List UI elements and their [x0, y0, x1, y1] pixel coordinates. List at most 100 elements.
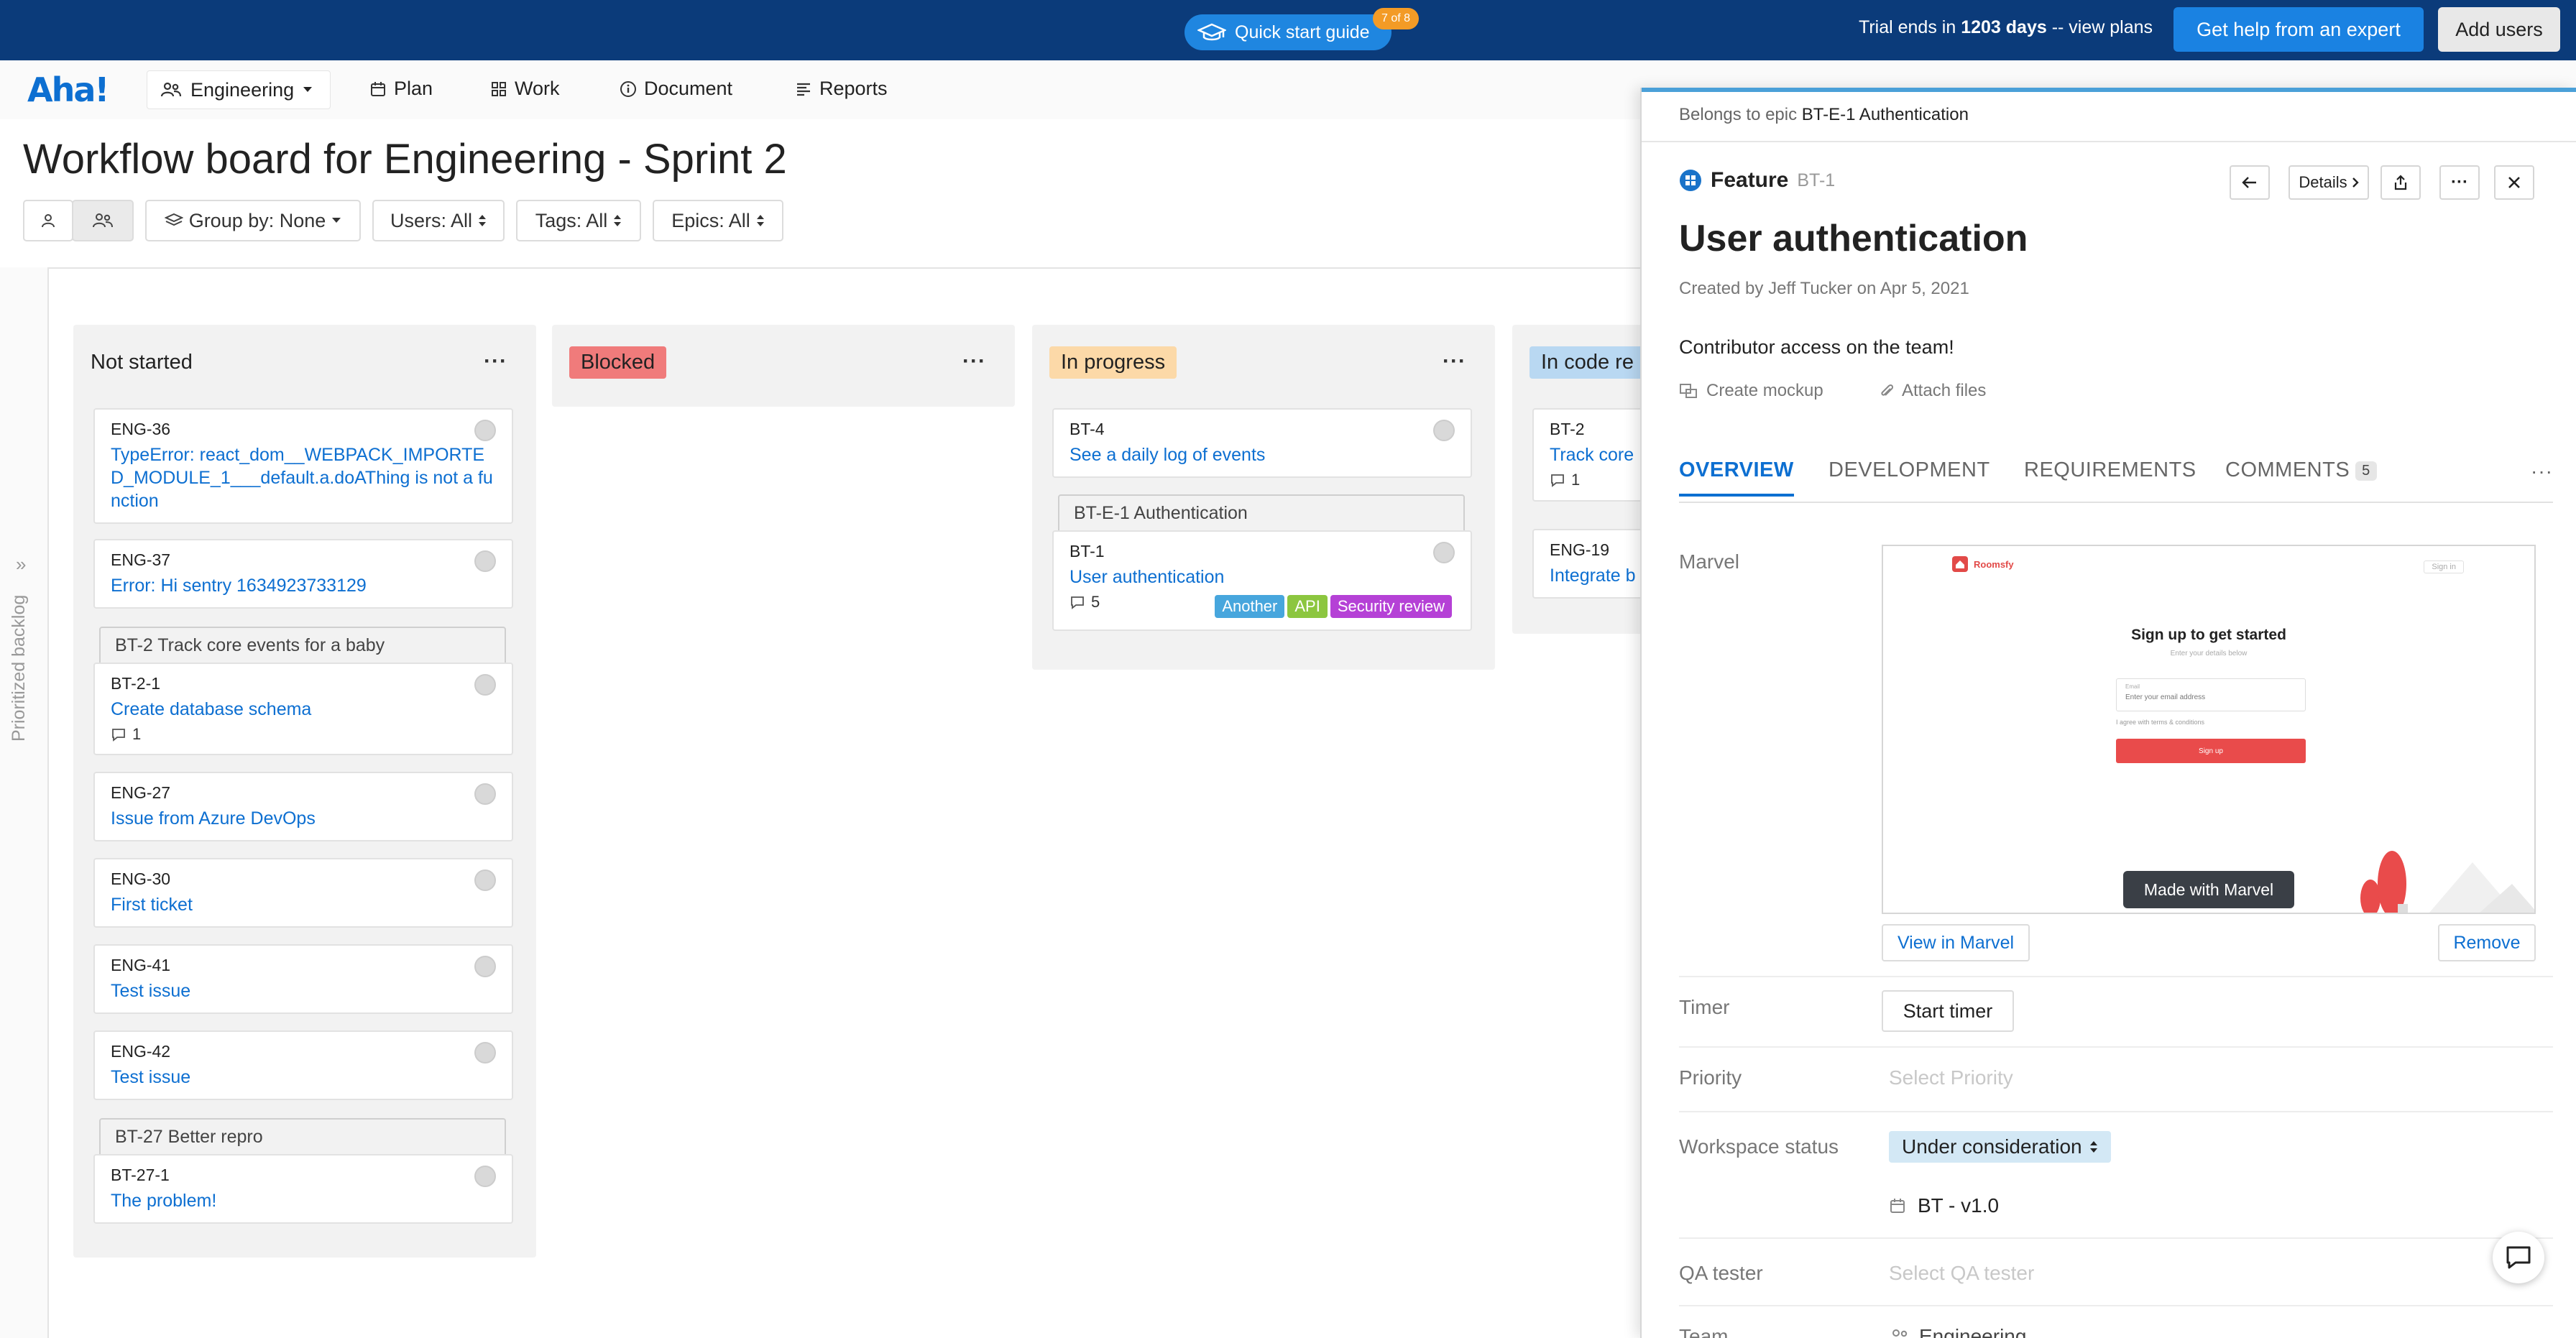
column-menu-icon[interactable]: ···	[1443, 349, 1466, 374]
card-eng-41[interactable]: ENG-41 Test issue	[93, 944, 513, 1014]
prioritized-backlog-panel[interactable]: » Prioritized backlog	[0, 267, 49, 1338]
priority-select[interactable]: Select Priority	[1889, 1066, 2013, 1089]
card-title[interactable]: Error: Hi sentry 1634923733129	[111, 574, 496, 597]
view-plans-link[interactable]: -- view plans	[2052, 17, 2153, 37]
avatar[interactable]	[474, 420, 496, 441]
card-title[interactable]: See a daily log of events	[1070, 443, 1455, 466]
record-description[interactable]: Contributor access on the team!	[1679, 336, 1954, 359]
card-bt-4[interactable]: BT-4 See a daily log of events	[1052, 408, 1472, 478]
share-button[interactable]	[2380, 165, 2421, 200]
avatar[interactable]	[474, 783, 496, 805]
card-title[interactable]: Create database schema	[111, 698, 496, 721]
back-button[interactable]	[2230, 165, 2270, 200]
card-bt-27-1[interactable]: BT-27-1 The problem!	[93, 1154, 513, 1224]
add-users-button[interactable]: Add users	[2438, 7, 2560, 52]
sort-arrows-icon	[756, 213, 765, 228]
epic-group-header[interactable]: BT-2 Track core events for a baby	[99, 627, 506, 664]
chat-icon	[2504, 1244, 2533, 1271]
epic-group-header[interactable]: BT-27 Better repro	[99, 1118, 506, 1155]
comment-count[interactable]: 1	[111, 725, 496, 744]
made-with-marvel-badge[interactable]: Made with Marvel	[2123, 871, 2294, 908]
workspace-selector[interactable]: Engineering	[147, 70, 331, 109]
trial-notice[interactable]: Trial ends in 1203 days -- view plans	[1859, 17, 2153, 38]
more-options-button[interactable]: ···	[2439, 165, 2480, 200]
view-team-toggle[interactable]	[72, 200, 134, 241]
qa-tester-select[interactable]: Select QA tester	[1889, 1262, 2034, 1285]
marvel-signup-button: Sign up	[2116, 739, 2306, 763]
card-eng-27[interactable]: ENG-27 Issue from Azure DevOps	[93, 772, 513, 841]
avatar[interactable]	[474, 674, 496, 696]
card-eng-30[interactable]: ENG-30 First ticket	[93, 858, 513, 928]
remove-marvel-button[interactable]: Remove	[2438, 924, 2536, 961]
record-tabs: OVERVIEW DEVELOPMENT REQUIREMENTS COMMEN…	[1679, 458, 2553, 503]
create-mockup-link[interactable]: Create mockup	[1679, 381, 1823, 401]
avatar[interactable]	[1433, 420, 1455, 441]
avatar[interactable]	[474, 956, 496, 977]
card-eng-36[interactable]: ENG-36 TypeError: react_dom__WEBPACK_IMP…	[93, 408, 513, 524]
get-expert-help-button[interactable]: Get help from an expert	[2174, 7, 2424, 52]
aha-logo[interactable]: Aha!	[27, 70, 109, 109]
chat-support-button[interactable]	[2493, 1232, 2544, 1283]
avatar[interactable]	[474, 550, 496, 572]
close-button[interactable]	[2494, 165, 2534, 200]
avatar[interactable]	[474, 869, 496, 891]
column-title: Not started	[91, 351, 193, 374]
card-eng-37[interactable]: ENG-37 Error: Hi sentry 1634923733129	[93, 539, 513, 609]
release-field[interactable]: BT - v1.0	[1889, 1194, 1999, 1217]
users-filter[interactable]: Users: All	[372, 200, 505, 241]
column-menu-icon[interactable]: ···	[484, 349, 507, 374]
workspace-status-select[interactable]: Under consideration	[1889, 1131, 2111, 1163]
parent-epic-breadcrumb[interactable]: Belongs to epic BT-E-1 Authentication	[1679, 105, 1969, 125]
card-title[interactable]: Test issue	[111, 979, 496, 1002]
tab-development[interactable]: DEVELOPMENT	[1828, 458, 1990, 482]
tag-another[interactable]: Another	[1215, 595, 1285, 618]
tab-requirements[interactable]: REQUIREMENTS	[2024, 458, 2196, 482]
share-icon	[2393, 174, 2409, 191]
epics-filter[interactable]: Epics: All	[653, 200, 783, 241]
avatar[interactable]	[474, 1166, 496, 1187]
avatar[interactable]	[474, 1042, 496, 1064]
column-menu-icon[interactable]: ···	[962, 349, 986, 374]
epic-group-header[interactable]: BT-E-1 Authentication	[1058, 494, 1465, 532]
nav-plan[interactable]: Plan	[369, 78, 433, 100]
group-by-label: Group by: None	[188, 209, 326, 231]
card-bt-2-1[interactable]: BT-2-1 Create database schema 1	[93, 663, 513, 755]
comment-icon	[1070, 595, 1085, 609]
parent-epic-link[interactable]: BT-E-1 Authentication	[1802, 105, 1969, 124]
attach-files-link[interactable]: Attach files	[1879, 381, 1986, 401]
card-title[interactable]: User authentication	[1070, 566, 1455, 589]
drawer-accent-bar	[1642, 88, 2576, 92]
card-bt-1[interactable]: BT-1 User authentication 5 Another API S…	[1052, 530, 1472, 631]
record-id[interactable]: BT-1	[1797, 170, 1835, 191]
nav-work[interactable]: Work	[490, 78, 560, 100]
avatar[interactable]	[1433, 542, 1455, 563]
tags-filter[interactable]: Tags: All	[516, 200, 641, 241]
feature-icon	[1679, 169, 1702, 192]
nav-plan-label: Plan	[394, 78, 433, 99]
expand-chevron-icon[interactable]: »	[16, 553, 26, 576]
details-button[interactable]: Details	[2288, 165, 2369, 200]
card-title[interactable]: Test issue	[111, 1066, 496, 1089]
tab-overview[interactable]: OVERVIEW	[1679, 458, 1794, 497]
quick-start-guide-button[interactable]: Quick start guide	[1184, 14, 1392, 50]
tabs-more-icon[interactable]: ···	[2531, 460, 2553, 483]
team-field[interactable]: Engineering	[1889, 1325, 2026, 1338]
start-timer-button[interactable]: Start timer	[1882, 990, 2014, 1032]
card-title[interactable]: Issue from Azure DevOps	[111, 807, 496, 830]
card-title[interactable]: The problem!	[111, 1189, 496, 1212]
tag-api[interactable]: API	[1287, 595, 1328, 618]
tab-comments[interactable]: COMMENTS 5	[2225, 458, 2377, 482]
tag-security-review[interactable]: Security review	[1330, 595, 1452, 618]
created-by: Created by Jeff Tucker on Apr 5, 2021	[1679, 279, 1969, 298]
group-by-select[interactable]: Group by: None	[145, 200, 361, 241]
marvel-prototype-preview[interactable]: Roomsfy Sign in Sign up to get started E…	[1882, 545, 2536, 914]
nav-document[interactable]: Document	[620, 78, 732, 100]
view-individual-toggle[interactable]	[23, 200, 73, 241]
record-title[interactable]: User authentication	[1679, 217, 2028, 260]
card-id: ENG-36	[111, 420, 171, 438]
nav-reports[interactable]: Reports	[795, 78, 888, 100]
view-in-marvel-button[interactable]: View in Marvel	[1882, 924, 2030, 961]
card-title[interactable]: First ticket	[111, 893, 496, 916]
card-title[interactable]: TypeError: react_dom__WEBPACK_IMPORTED_M…	[111, 443, 496, 512]
card-eng-42[interactable]: ENG-42 Test issue	[93, 1030, 513, 1100]
